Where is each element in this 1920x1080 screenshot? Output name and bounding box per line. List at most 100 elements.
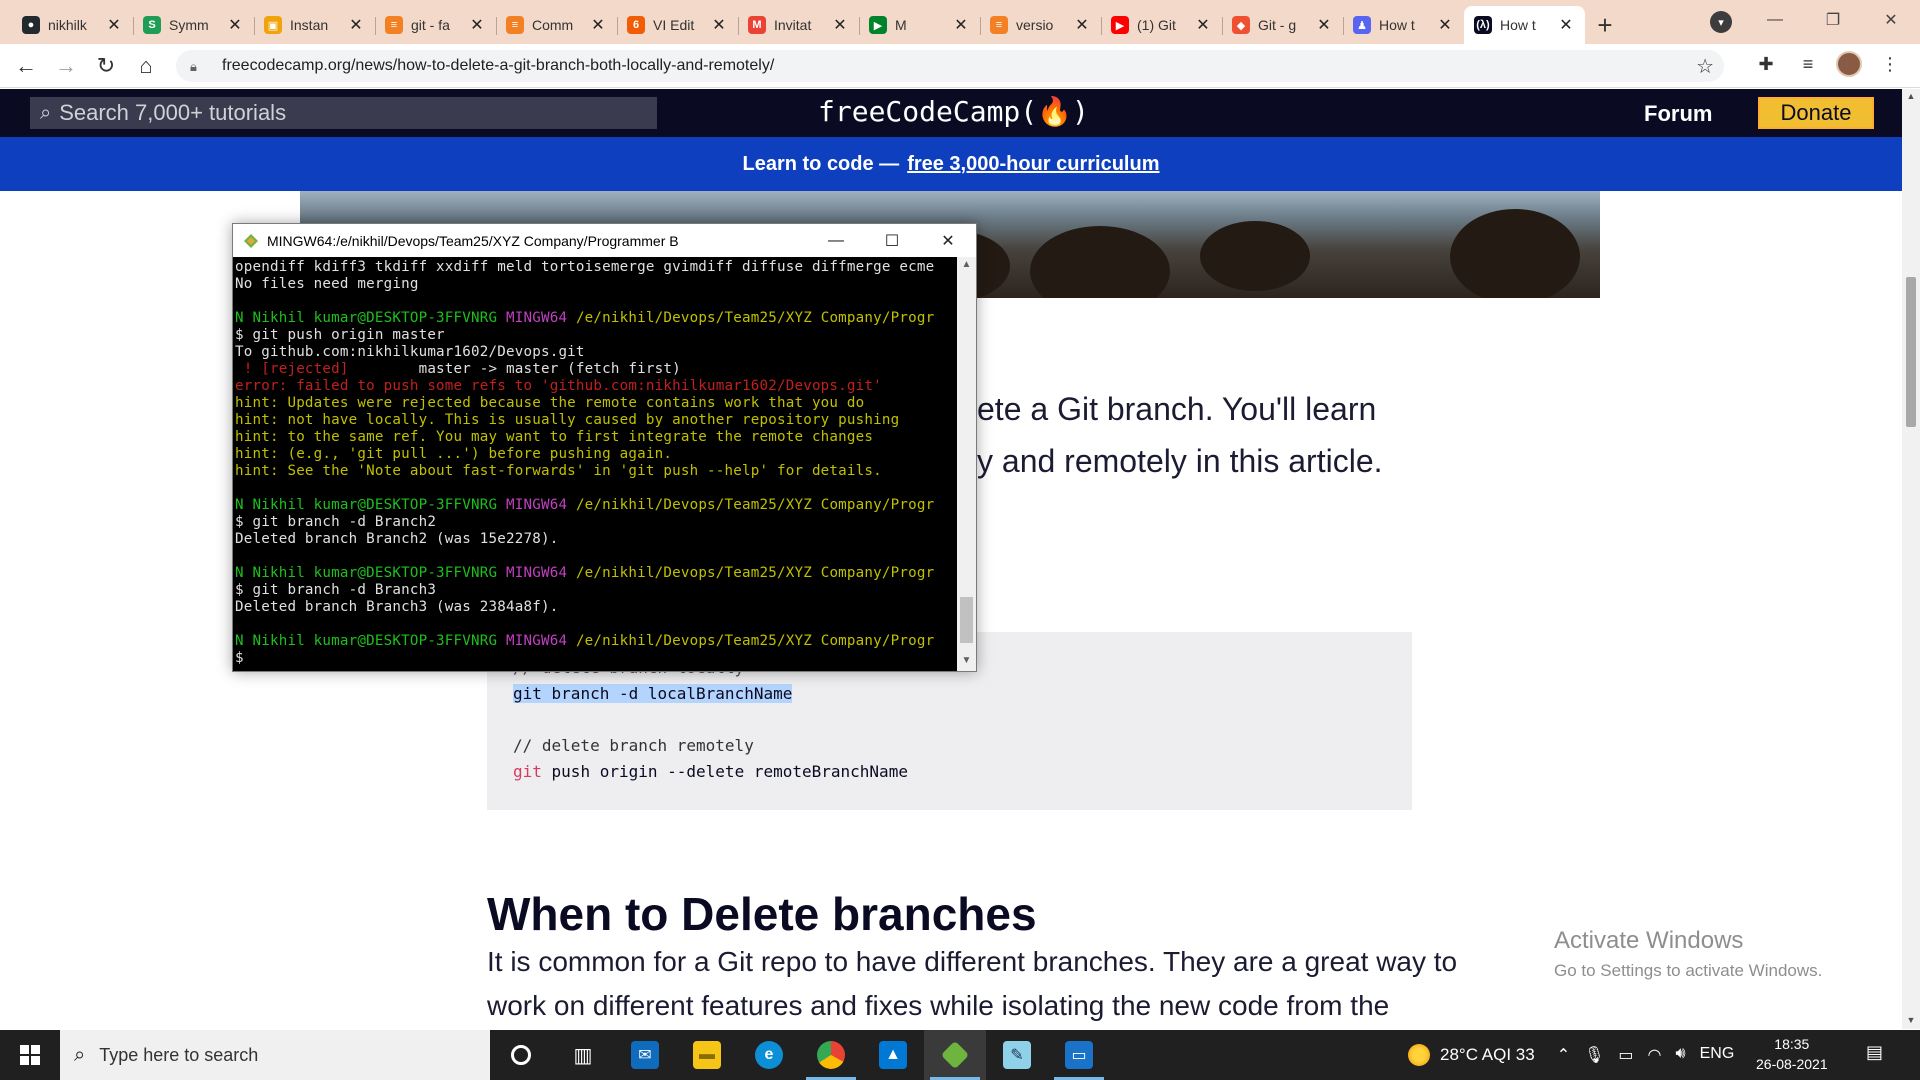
browser-tab[interactable]: ♟ How t ✕ [1343, 6, 1464, 44]
photos-icon[interactable]: ▲ [862, 1030, 924, 1080]
language-indicator[interactable]: ENG [1700, 1045, 1735, 1065]
code-comment-remote: // delete branch remotely [513, 736, 754, 755]
back-icon[interactable]: ← [6, 46, 46, 86]
tab-close-icon[interactable]: ✕ [1315, 15, 1333, 35]
freecodecamp-icon: (λ) [1474, 16, 1492, 34]
tab-close-icon[interactable]: ✕ [468, 15, 486, 35]
rdp-icon[interactable]: ▭ [1048, 1030, 1110, 1080]
tab-close-icon[interactable]: ✕ [1194, 15, 1212, 35]
tab-title: git - fa [411, 17, 450, 33]
git-bash-taskbar-icon[interactable] [924, 1030, 986, 1080]
donate-button[interactable]: Donate [1758, 97, 1874, 129]
tab-close-icon[interactable]: ✕ [226, 15, 244, 35]
browser-tab[interactable]: ▶ M ✕ [859, 6, 980, 44]
git-bash-window[interactable]: MINGW64:/e/nikhil/Devops/Team25/XYZ Comp… [232, 223, 977, 672]
browser-tab[interactable]: ▣ Instan ✕ [254, 6, 375, 44]
tab-close-icon[interactable]: ✕ [105, 15, 123, 35]
wifi-icon[interactable]: ◠ [1648, 1045, 1662, 1065]
curriculum-link[interactable]: free 3,000-hour curriculum [907, 153, 1159, 176]
terminal-scrollbar[interactable]: ▲ ▼ [957, 257, 976, 671]
forum-link[interactable]: Forum [1644, 101, 1712, 127]
notification-icon[interactable]: ▤ [1866, 1042, 1890, 1066]
terminal-maximize-icon[interactable]: ☐ [864, 224, 920, 257]
browser-tab[interactable]: M Invitat ✕ [738, 6, 859, 44]
terminal-text: To github.com:nikhilkumar1602/Devops.git [235, 344, 585, 360]
fcc-logo[interactable]: freeCodeCamp(🔥) [818, 95, 1089, 128]
tab-title: How t [1500, 17, 1536, 33]
browser-tab[interactable]: S Symm ✕ [133, 6, 254, 44]
browser-tab[interactable]: (λ) How t ✕ [1464, 6, 1585, 44]
minimize-icon[interactable]: — [1746, 0, 1804, 40]
tab-close-icon[interactable]: ✕ [589, 15, 607, 35]
microphone-icon[interactable]: 🎙︎ [1584, 1045, 1604, 1065]
notepad-icon[interactable]: ✎ [986, 1030, 1048, 1080]
page-scrollbar[interactable]: ▲ ▼ [1902, 89, 1920, 1029]
chevron-up-icon[interactable]: ⌃ [1557, 1045, 1570, 1065]
volume-icon[interactable]: 🔊︎ [1676, 1045, 1686, 1065]
terminal-text: MINGW64 [506, 310, 576, 326]
cortana-icon[interactable] [490, 1030, 552, 1080]
tab-title: M [895, 17, 907, 33]
tab-close-icon[interactable]: ✕ [1073, 15, 1091, 35]
page-scroll-thumb[interactable] [1906, 277, 1916, 427]
terminal-titlebar[interactable]: MINGW64:/e/nikhil/Devops/Team25/XYZ Comp… [233, 224, 976, 257]
extensions-icon[interactable]: ✚ [1752, 50, 1780, 78]
terminal-line: N Nikhil kumar@DESKTOP-3FFVNRG MINGW64 /… [233, 565, 957, 582]
tab-close-icon[interactable]: ✕ [1557, 15, 1575, 35]
menu-icon[interactable]: ⋮ [1876, 50, 1904, 78]
reload-icon[interactable]: ↻ [86, 46, 126, 86]
taskbar-search[interactable]: ⌕ Type here to search [60, 1030, 490, 1080]
terminal-scroll-thumb[interactable] [960, 597, 973, 643]
tab-search-icon[interactable]: ▾ [1710, 11, 1732, 33]
edge-icon[interactable]: e [738, 1030, 800, 1080]
fcc-navbar: ⌕ Search 7,000+ tutorials freeCodeCamp(🔥… [0, 89, 1902, 137]
terminal-output[interactable]: opendiff kdiff3 tkdiff xxdiff meld torto… [233, 257, 957, 671]
terminal-scroll-up-icon[interactable]: ▲ [957, 259, 976, 270]
terminal-text: MINGW64 [506, 497, 576, 513]
browser-tab[interactable]: ≡ versio ✕ [980, 6, 1101, 44]
browser-tab[interactable]: 6 VI Edit ✕ [617, 6, 738, 44]
code-keyword: git [513, 762, 542, 781]
chrome-icon[interactable] [800, 1030, 862, 1080]
clock[interactable]: 18:35 26-08-2021 [1756, 1034, 1828, 1074]
tab-close-icon[interactable]: ✕ [1436, 15, 1454, 35]
scroll-down-icon[interactable]: ▼ [1906, 1015, 1916, 1025]
weather-icon[interactable] [1408, 1044, 1430, 1066]
terminal-text: MINGW64 [506, 565, 576, 581]
browser-tab[interactable]: ≡ Comm ✕ [496, 6, 617, 44]
browser-tab[interactable]: ● nikhilk ✕ [12, 6, 133, 44]
task-view-icon[interactable]: ▥ [552, 1030, 614, 1080]
clock-date: 26-08-2021 [1756, 1056, 1828, 1072]
close-icon[interactable]: ✕ [1862, 0, 1920, 40]
terminal-minimize-icon[interactable]: — [808, 224, 864, 257]
restore-icon[interactable]: ❐ [1804, 0, 1862, 40]
start-button[interactable] [0, 1030, 60, 1080]
home-icon[interactable]: ⌂ [126, 46, 166, 86]
address-bar[interactable]: 🔒︎ freecodecamp.org/news/how-to-delete-a… [176, 50, 1724, 82]
terminal-scroll-down-icon[interactable]: ▼ [957, 655, 976, 666]
mail-icon[interactable]: ✉ [614, 1030, 676, 1080]
scroll-up-icon[interactable]: ▲ [1906, 91, 1916, 101]
watermark-subtitle: Go to Settings to activate Windows. [1554, 961, 1823, 980]
media-control-icon[interactable]: ≡ [1794, 50, 1822, 78]
browser-tab[interactable]: ◆ Git - g ✕ [1222, 6, 1343, 44]
fcc-search-input[interactable]: ⌕ Search 7,000+ tutorials [30, 97, 657, 129]
weather-text[interactable]: 28°C AQI 33 [1440, 1045, 1535, 1065]
tab-close-icon[interactable]: ✕ [952, 15, 970, 35]
profile-avatar[interactable] [1836, 51, 1862, 77]
browser-tab[interactable]: ≡ git - fa ✕ [375, 6, 496, 44]
terminal-close-icon[interactable]: ✕ [920, 224, 976, 257]
tab-close-icon[interactable]: ✕ [710, 15, 728, 35]
forward-icon[interactable]: → [46, 46, 86, 86]
file-explorer-icon[interactable]: ▬ [676, 1030, 738, 1080]
terminal-line: error: failed to push some refs to 'gith… [233, 378, 957, 395]
tab-close-icon[interactable]: ✕ [831, 15, 849, 35]
new-tab-icon[interactable]: + [1585, 6, 1625, 44]
system-tray: 28°C AQI 33 ⌃ 🎙︎ ▭ ◠ 🔊︎ ENG [1408, 1030, 1734, 1080]
tab-close-icon[interactable]: ✕ [347, 15, 365, 35]
battery-icon[interactable]: ▭ [1618, 1045, 1633, 1065]
lock-icon[interactable]: 🔒︎ [190, 59, 204, 74]
bookmark-star-icon[interactable]: ☆ [1696, 54, 1714, 79]
browser-tab[interactable]: ▶ (1) Git ✕ [1101, 6, 1222, 44]
